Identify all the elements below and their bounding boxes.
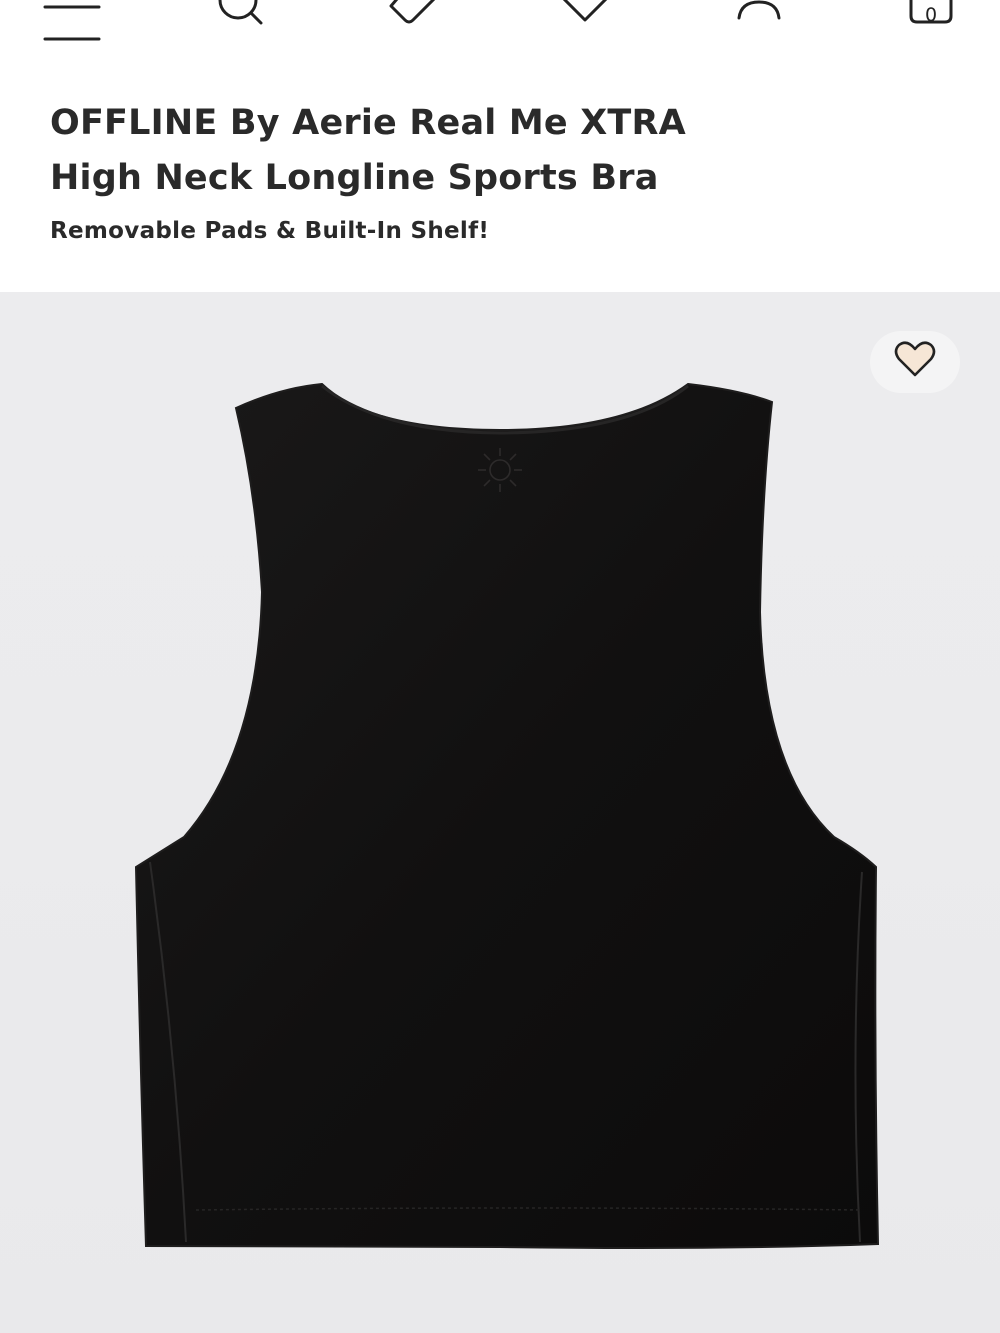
tag-icon bbox=[383, 0, 443, 40]
hamburger-menu-icon bbox=[37, 0, 101, 41]
product-page: 0 OFFLINE By Aerie Real Me XTRA High Nec… bbox=[0, 0, 1000, 1333]
search-button[interactable] bbox=[205, 0, 275, 48]
heart-icon bbox=[555, 0, 615, 40]
sports-bra-photo bbox=[134, 382, 880, 1249]
product-title-line-2: High Neck Longline Sports Bra bbox=[50, 158, 659, 198]
offers-button[interactable] bbox=[378, 0, 448, 48]
product-image[interactable] bbox=[0, 292, 1000, 1333]
account-button[interactable] bbox=[724, 0, 794, 48]
cart-count-badge: 0 bbox=[924, 4, 938, 26]
user-icon bbox=[729, 0, 789, 40]
heart-icon bbox=[894, 341, 936, 383]
add-to-favorites-button[interactable] bbox=[870, 331, 960, 393]
product-title: OFFLINE By Aerie Real Me XTRA High Neck … bbox=[50, 96, 750, 206]
wishlist-button[interactable] bbox=[550, 0, 620, 48]
search-icon bbox=[215, 0, 265, 40]
product-header: OFFLINE By Aerie Real Me XTRA High Neck … bbox=[50, 96, 750, 244]
cart-button[interactable]: 0 bbox=[896, 0, 966, 48]
product-subtitle: Removable Pads & Built-In Shelf! bbox=[50, 218, 490, 244]
product-title-line-1: OFFLINE By Aerie Real Me XTRA bbox=[50, 103, 686, 143]
garment-body bbox=[134, 382, 880, 1249]
top-navigation: 0 bbox=[0, 0, 1000, 60]
menu-button[interactable] bbox=[30, 0, 101, 48]
